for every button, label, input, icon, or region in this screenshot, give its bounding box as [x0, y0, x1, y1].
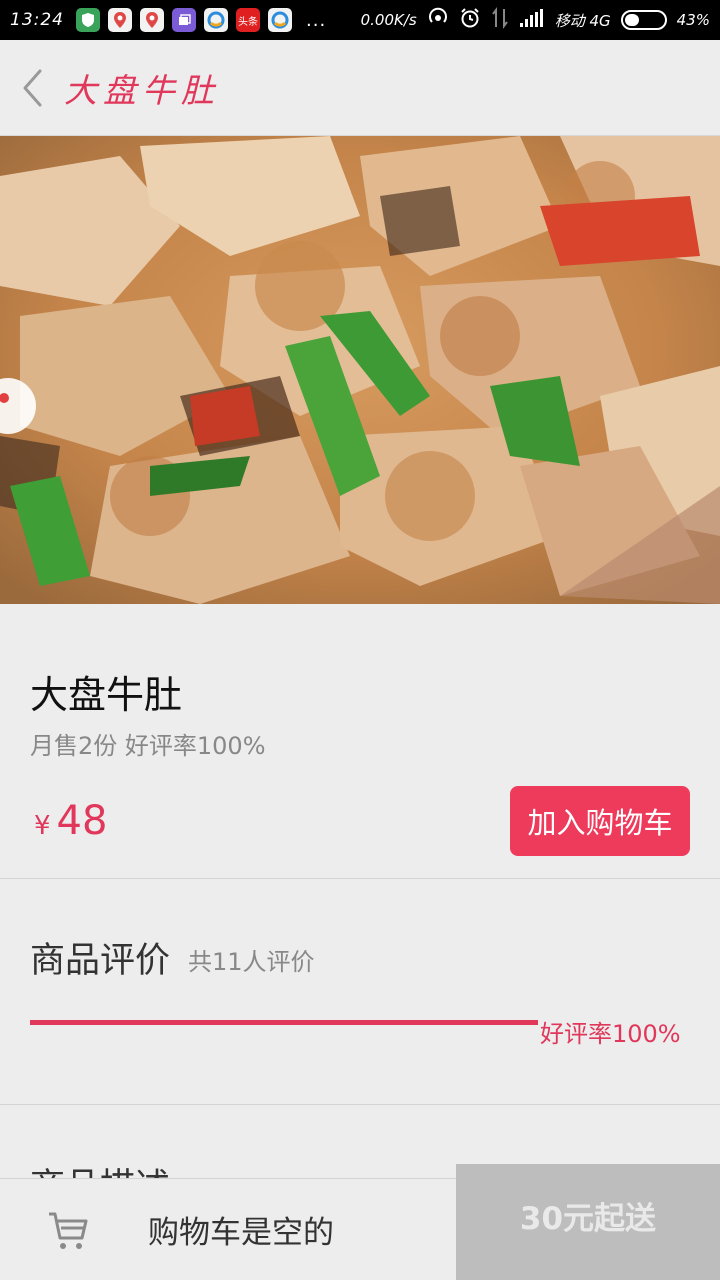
- battery-fill: [624, 14, 639, 26]
- shopping-cart-icon: [49, 1212, 88, 1249]
- more-notifications-icon: ...: [306, 9, 327, 31]
- status-time: 13:24: [10, 10, 64, 30]
- back-button[interactable]: [0, 40, 64, 136]
- chevron-left-icon: [23, 69, 42, 106]
- signal-icon: [519, 8, 545, 32]
- cart-bar: 购物车是空的 30元起送: [0, 1164, 720, 1280]
- reviews-section[interactable]: 商品评价 共11人评价 好评率100%: [0, 880, 720, 1105]
- browser-app-icon-2: [268, 8, 292, 32]
- rating-bar-fill: [30, 1020, 538, 1025]
- cart-summary[interactable]: 购物车是空的: [0, 1178, 456, 1280]
- security-app-icon: [76, 8, 100, 32]
- alarm-icon: [459, 7, 481, 33]
- rating-bar: [30, 1020, 538, 1025]
- data-transfer-icon: [491, 7, 509, 33]
- currency-symbol: ¥: [34, 811, 51, 841]
- product-stats: 月售2份 好评率100%: [30, 732, 266, 760]
- battery-percent: 43%: [676, 11, 710, 29]
- positive-rate-label: 好评率100%: [540, 1020, 681, 1048]
- map-app-icon: [108, 8, 132, 32]
- cart-empty-text: 购物车是空的: [148, 1215, 334, 1251]
- reviews-count: 共11人评价: [188, 948, 315, 976]
- price-value: 48: [56, 798, 108, 844]
- food-photo: [0, 136, 720, 604]
- min-order-button[interactable]: 30元起送: [456, 1164, 720, 1280]
- page-header: 大盘牛肚: [0, 40, 720, 136]
- cards-app-icon: [172, 8, 196, 32]
- product-name: 大盘牛肚: [30, 673, 183, 717]
- network-speed: 0.00K/s: [360, 11, 417, 29]
- hotspot-icon: [427, 7, 449, 33]
- status-right: 0.00K/s 移动 4G 43%: [361, 7, 710, 33]
- product-image: [0, 136, 720, 604]
- browser-app-icon: [204, 8, 228, 32]
- carrier-label: 移动 4G: [554, 11, 611, 30]
- status-bar: 13:24 头条 ... 0.00K/s 移动 4G 43%: [0, 0, 720, 40]
- product-price: ¥ 48: [34, 798, 107, 844]
- battery-icon: [620, 10, 667, 30]
- product-info-card: 大盘牛肚 月售2份 好评率100% ¥ 48 加入购物车: [0, 604, 720, 879]
- reviews-title: 商品评价: [30, 941, 171, 981]
- notification-icons: 头条 ...: [76, 8, 326, 32]
- map-app-icon-2: [140, 8, 164, 32]
- page-title: 大盘牛肚: [64, 70, 220, 110]
- add-to-cart-button[interactable]: 加入购物车: [510, 786, 690, 856]
- toutiao-app-icon: 头条: [236, 8, 260, 32]
